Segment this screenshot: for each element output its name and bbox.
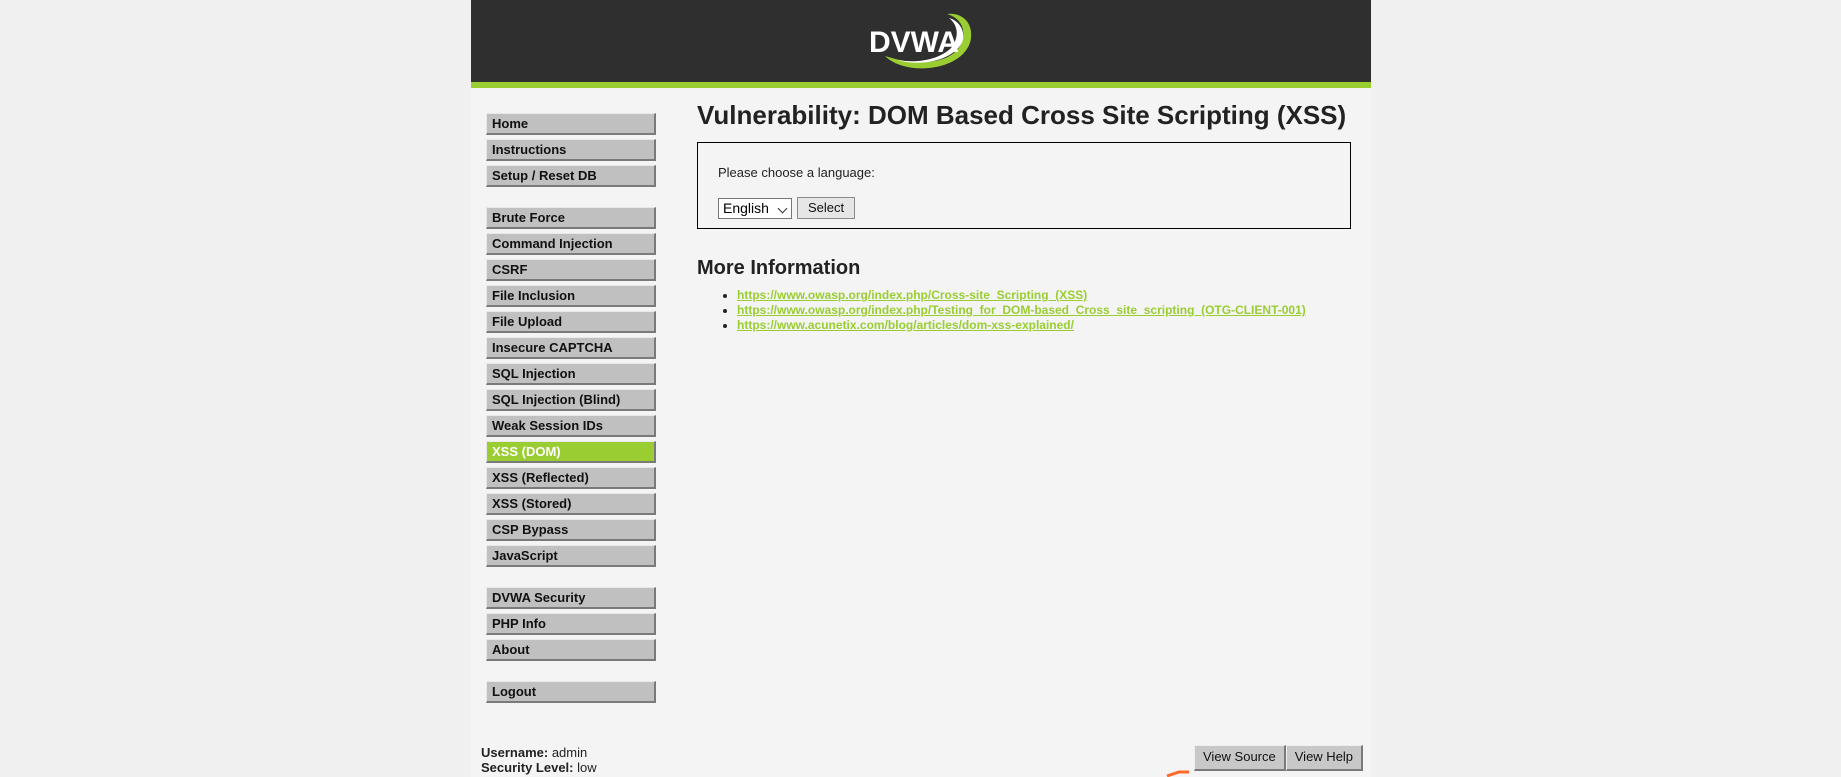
nav-item-csrf[interactable]: CSRF bbox=[486, 259, 656, 281]
page-title: Vulnerability: DOM Based Cross Site Scri… bbox=[697, 100, 1347, 130]
nav-item-xss-stored[interactable]: XSS (Stored) bbox=[486, 493, 656, 515]
nav-item-setup-reset-db[interactable]: Setup / Reset DB bbox=[486, 165, 656, 187]
page-container: DVWA Home Instructions Setup / Reset DB … bbox=[471, 0, 1371, 777]
nav-item-logout[interactable]: Logout bbox=[486, 681, 656, 703]
header: DVWA bbox=[471, 0, 1371, 88]
nav-group-settings: DVWA Security PHP Info About bbox=[486, 587, 656, 661]
main-content: Vulnerability: DOM Based Cross Site Scri… bbox=[697, 97, 1357, 333]
view-source-button[interactable]: View Source bbox=[1194, 745, 1286, 771]
language-form: English Select bbox=[718, 197, 1330, 219]
user-info: Username: admin Security Level: low bbox=[481, 745, 597, 775]
sidebar-menu: Home Instructions Setup / Reset DB Brute… bbox=[486, 113, 656, 723]
footer-buttons: View Source View Help bbox=[1194, 745, 1364, 771]
nav-item-file-upload[interactable]: File Upload bbox=[486, 311, 656, 333]
more-information-list: https://www.owasp.org/index.php/Cross-si… bbox=[697, 288, 1357, 333]
nav-item-home[interactable]: Home bbox=[486, 113, 656, 135]
more-information-heading: More Information bbox=[697, 257, 861, 279]
nav-item-dvwa-security[interactable]: DVWA Security bbox=[486, 587, 656, 609]
owasp-dom-xss-testing-link[interactable]: https://www.owasp.org/index.php/Testing_… bbox=[737, 303, 1306, 317]
nav-group-general: Home Instructions Setup / Reset DB bbox=[486, 113, 656, 187]
language-prompt: Please choose a language: bbox=[718, 165, 875, 180]
security-level-value: low bbox=[577, 760, 597, 775]
language-select[interactable]: English bbox=[718, 197, 792, 219]
nav-item-php-info[interactable]: PHP Info bbox=[486, 613, 656, 635]
list-item: https://www.acunetix.com/blog/articles/d… bbox=[737, 318, 1357, 333]
nav-item-xss-reflected[interactable]: XSS (Reflected) bbox=[486, 467, 656, 489]
language-select-value: English bbox=[723, 199, 769, 216]
dvwa-logo: DVWA bbox=[869, 13, 972, 69]
nav-item-xss-dom[interactable]: XSS (DOM) bbox=[486, 441, 656, 463]
orange-arrow-icon bbox=[1166, 770, 1189, 777]
nav-item-file-inclusion[interactable]: File Inclusion bbox=[486, 285, 656, 307]
nav-item-brute-force[interactable]: Brute Force bbox=[486, 207, 656, 229]
nav-item-about[interactable]: About bbox=[486, 639, 656, 661]
nav-item-insecure-captcha[interactable]: Insecure CAPTCHA bbox=[486, 337, 656, 359]
username-line: Username: admin bbox=[481, 745, 597, 760]
list-item: https://www.owasp.org/index.php/Testing_… bbox=[737, 303, 1357, 318]
nav-item-weak-session-ids[interactable]: Weak Session IDs bbox=[486, 415, 656, 437]
security-level-line: Security Level: low bbox=[481, 760, 597, 775]
nav-group-vulnerabilities: Brute Force Command Injection CSRF File … bbox=[486, 207, 656, 567]
acunetix-dom-xss-link[interactable]: https://www.acunetix.com/blog/articles/d… bbox=[737, 318, 1074, 332]
select-button[interactable]: Select bbox=[797, 197, 856, 219]
list-item: https://www.owasp.org/index.php/Cross-si… bbox=[737, 288, 1357, 303]
view-help-button[interactable]: View Help bbox=[1285, 745, 1364, 771]
owasp-xss-link[interactable]: https://www.owasp.org/index.php/Cross-si… bbox=[737, 288, 1087, 302]
nav-item-command-injection[interactable]: Command Injection bbox=[486, 233, 656, 255]
nav-item-instructions[interactable]: Instructions bbox=[486, 139, 656, 161]
nav-item-sql-injection[interactable]: SQL Injection bbox=[486, 363, 656, 385]
vulnerable-code-area: Please choose a language: English Select bbox=[697, 142, 1351, 229]
chevron-down-icon bbox=[777, 203, 788, 213]
nav-item-sql-injection-blind[interactable]: SQL Injection (Blind) bbox=[486, 389, 656, 411]
username-label: Username: bbox=[481, 745, 549, 760]
nav-item-javascript[interactable]: JavaScript bbox=[486, 545, 656, 567]
nav-item-csp-bypass[interactable]: CSP Bypass bbox=[486, 519, 656, 541]
nav-group-session: Logout bbox=[486, 681, 656, 703]
logo-text: DVWA bbox=[869, 26, 959, 59]
security-level-label: Security Level: bbox=[481, 760, 574, 775]
username-value: admin bbox=[551, 745, 588, 760]
